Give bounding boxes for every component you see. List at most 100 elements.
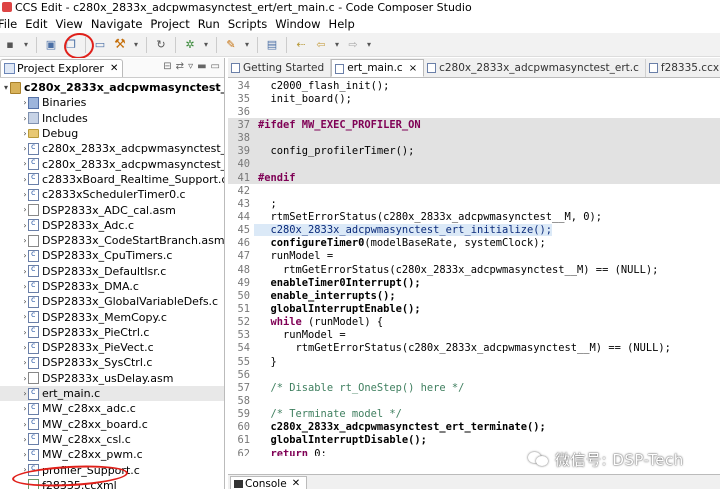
tree-item-label: c2833xBoard_Realtime_Support.c [42,172,225,186]
close-icon[interactable]: ✕ [292,478,300,489]
tree-item[interactable]: ›c2833xSchedulerTimer0.c [0,187,224,202]
xml-icon [28,479,39,489]
close-icon[interactable]: × [409,63,417,74]
menu-navigate[interactable]: Navigate [87,17,147,31]
tree-item[interactable]: ›DSP2833x_SysCtrl.c [0,355,224,370]
tree-item[interactable]: › DSP2833x_CodeStartBranch.asm [0,233,224,248]
tab-project-explorer[interactable]: Project Explorer ✕ [0,58,124,77]
tree-item[interactable]: ›c280x_2833x_adcpwmasynctest_ert [0,156,224,171]
debug-view-icon[interactable]: ▭ [92,37,108,53]
code-line: 61 globalInterruptDisable(); [228,434,720,447]
save-all-icon[interactable]: ❐ [63,37,79,53]
line-number: 36 [237,105,250,118]
tree-item[interactable]: ›c2833xBoard_Realtime_Support.c [0,172,224,187]
tree-item[interactable]: f28335.ccxml [0,478,224,489]
tree-item[interactable]: ›ert_main.c [0,385,224,402]
line-number: 58 [237,394,250,407]
back-arrow-icon[interactable]: ⇦ [313,37,329,53]
console-view-icon[interactable]: ▤ [264,37,280,53]
collapse-arrow-icon[interactable]: › [20,374,30,383]
code-text: runModel = [258,250,334,263]
project-icon [10,81,22,94]
tree-item-label: MW_c28xx_pwm.c [42,448,143,462]
collapse-arrow-icon[interactable]: › [20,98,30,107]
back-dropdown-icon[interactable]: ▾ [333,37,341,53]
build-hammer-icon[interactable]: ⚒ [112,37,128,53]
code-editor[interactable]: 34 c2000_flash_init(); 35 init_board(); 36… [228,79,720,456]
tree-item[interactable]: ›MW_c28xx_pwm.c [0,447,224,462]
tree-item[interactable]: ›MW_c28xx_adc.c [0,401,224,416]
debug-bug-icon[interactable]: ✲ [182,37,198,53]
minimize-icon[interactable]: ▬ [197,61,206,72]
tree-item-label: DSP2833x_MemCopy.c [42,310,167,324]
menu-window[interactable]: Window [271,17,324,31]
code-line: 35 init_board(); [228,92,720,105]
tree-item[interactable]: ›DSP2833x_DMA.c [0,279,224,294]
tree-item[interactable]: › Binaries [0,95,224,110]
code-line: 53 runModel = [228,329,720,342]
tree-item[interactable]: › DSP2833x_usDelay.asm [0,371,224,386]
code-text: rtmGetErrorStatus(c280x_2833x_adcpwmasyn… [258,263,659,276]
code-line: 46 configureTimer0(modelBaseRate, system… [228,237,720,250]
flash-dropdown-icon[interactable]: ▾ [243,37,251,53]
expand-arrow-icon[interactable]: ▾ [4,83,8,92]
tree-item[interactable]: ›profiler_Support.c [0,462,224,477]
tree-item-label: DSP2833x_usDelay.asm [42,371,174,385]
tree-item-label: DSP2833x_Adc.c [42,218,134,232]
menu-file[interactable]: File [0,17,21,31]
collapse-all-icon[interactable]: ⊟ [163,61,171,72]
back-history-icon[interactable]: ⇠ [293,37,309,53]
code-text: return 0; [254,448,327,457]
editor-tab[interactable]: f28335.ccxml [646,59,720,77]
keyword-token: while [258,316,302,329]
code-line: 57 /* Disable rt_OneStep() here */ [228,381,720,394]
tree-item[interactable]: › Includes [0,111,224,126]
close-icon[interactable]: ✕ [110,63,118,74]
tree-item[interactable]: › Debug [0,126,224,141]
flash-icon[interactable]: ✎ [223,37,239,53]
code-line: 42 [228,184,720,197]
tree-item[interactable]: ›DSP2833x_Adc.c [0,218,224,233]
editor-tab[interactable]: c280x_2833x_adcpwmasynctest_ert.c [424,59,646,77]
tree-item[interactable]: ›DSP2833x_DefaultIsr.c [0,264,224,279]
refresh-icon[interactable]: ↻ [153,37,169,53]
forward-arrow-icon[interactable]: ⇨ [345,37,361,53]
editor-tab[interactable]: ert_main.c × [331,59,425,77]
view-menu-icon[interactable]: ▿ [188,61,193,72]
new-icon[interactable]: ▪ [2,37,18,53]
menu-scripts[interactable]: Scripts [224,17,271,31]
tree-item[interactable]: ›DSP2833x_PieCtrl.c [0,325,224,340]
editor-tab[interactable]: Getting Started [228,59,332,77]
tree-item[interactable]: ›MW_c28xx_board.c [0,417,224,432]
line-number: 45 [237,224,250,237]
menu-run[interactable]: Run [194,17,224,31]
forward-dropdown-icon[interactable]: ▾ [365,37,373,53]
save-icon[interactable]: ▣ [43,37,59,53]
collapse-arrow-icon[interactable]: › [20,236,30,245]
project-root-item[interactable]: ▾ c280x_2833x_adcpwmasynctest_ert [0,80,224,95]
maximize-icon[interactable]: ▭ [211,61,220,72]
link-editor-icon[interactable]: ⇄ [176,61,184,72]
tree-item[interactable]: ›MW_c28xx_csl.c [0,432,224,447]
main-toolbar: ▪ ▾ ▣ ❐ ▭ ⚒ ▾ ↻ ✲ ▾ ✎ ▾ ▤ ⇠ ⇦ ▾ ⇨ ▾ [0,33,720,57]
line-number: 56 [237,368,250,381]
tree-item[interactable]: › DSP2833x_ADC_cal.asm [0,202,224,217]
tree-item[interactable]: ›DSP2833x_MemCopy.c [0,309,224,324]
tab-console[interactable]: Console ✕ [230,476,308,489]
tree-item[interactable]: ›c280x_2833x_adcpwmasynctest_ert [0,141,224,156]
tree-item-label: c280x_2833x_adcpwmasynctest_ert [42,157,225,171]
menu-project[interactable]: Project [146,17,193,31]
menu-help[interactable]: Help [325,17,359,31]
build-dropdown-icon[interactable]: ▾ [132,37,140,53]
tree-item[interactable]: ›DSP2833x_CpuTimers.c [0,248,224,263]
debug-dropdown-icon[interactable]: ▾ [202,37,210,53]
tree-item[interactable]: ›DSP2833x_PieVect.c [0,340,224,355]
collapse-arrow-icon[interactable]: › [20,114,30,123]
menu-view[interactable]: View [52,17,87,31]
collapse-arrow-icon[interactable]: › [20,205,30,214]
tree-item[interactable]: ›DSP2833x_GlobalVariableDefs.c [0,294,224,309]
collapse-arrow-icon[interactable]: › [20,129,30,138]
menu-edit[interactable]: Edit [21,17,51,31]
c-file-icon [28,142,39,155]
dropdown-arrow-icon[interactable]: ▾ [22,37,30,53]
